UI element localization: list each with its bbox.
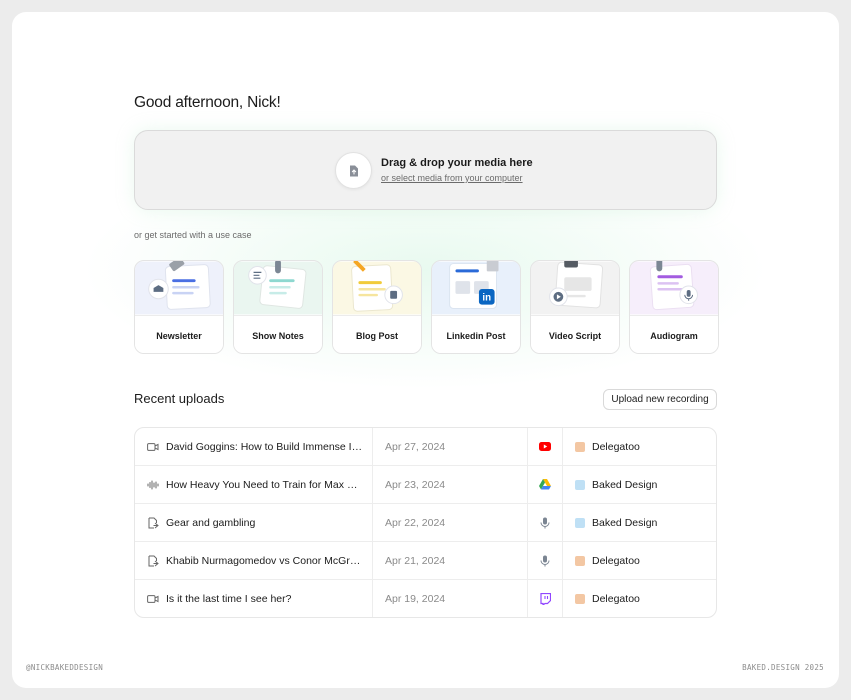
use-case-audiogram[interactable]: Audiogram: [629, 260, 719, 354]
table-row[interactable]: Gear and gambling Apr 22, 2024 Baked Des…: [135, 504, 716, 542]
upload-new-recording-button[interactable]: Upload new recording: [603, 389, 717, 410]
video-script-illustration: [531, 261, 619, 315]
dropzone-title: Drag & drop your media here: [381, 157, 533, 169]
workspace-name: Delegatoo: [592, 554, 640, 567]
upload-title: How Heavy You Need to Train for Max Mus.…: [166, 478, 366, 491]
use-case-label: Video Script: [531, 315, 619, 353]
upload-title-cell: Is it the last time I see her?: [135, 580, 373, 617]
workspace-name: Baked Design: [592, 478, 658, 491]
use-case-label: Linkedin Post: [432, 315, 520, 353]
upload-date: Apr 27, 2024: [373, 428, 528, 465]
workspace-badge: [575, 555, 585, 566]
workspace-cell: Delegatoo: [563, 428, 716, 465]
table-row[interactable]: Is it the last time I see her? Apr 19, 2…: [135, 580, 716, 617]
blog-post-illustration: [333, 261, 421, 315]
use-case-label: Blog Post: [333, 315, 421, 353]
footer-handle: @NICKBAKEDDESIGN: [26, 663, 104, 672]
upload-title: Khabib Nurmagomedov vs Conor McGregor: [166, 554, 366, 567]
upload-date: Apr 19, 2024: [373, 580, 528, 617]
use-case-cards: Newsletter Show Notes Blog Post in Linke…: [134, 260, 719, 354]
workspace-name: Baked Design: [592, 516, 658, 529]
use-case-newsletter[interactable]: Newsletter: [134, 260, 224, 354]
video-icon: [146, 440, 160, 454]
recent-uploads-heading: Recent uploads: [134, 391, 225, 406]
file-upload-icon: [335, 152, 372, 189]
table-row[interactable]: David Goggins: How to Build Immense Inne…: [135, 428, 716, 466]
table-row[interactable]: Khabib Nurmagomedov vs Conor McGregor Ap…: [135, 542, 716, 580]
svg-text:in: in: [482, 293, 491, 304]
video-icon: [146, 592, 160, 606]
microphone-icon: [528, 504, 563, 541]
workspace-name: Delegatoo: [592, 593, 640, 605]
upload-file-icon: [146, 554, 160, 568]
select-media-link[interactable]: or select media from your computer: [381, 173, 523, 183]
use-case-video-script[interactable]: Video Script: [530, 260, 620, 354]
media-dropzone[interactable]: Drag & drop your media here or select me…: [134, 130, 717, 210]
workspace-badge: [575, 517, 585, 528]
use-case-label: Show Notes: [234, 315, 322, 353]
workspace-cell: Delegatoo: [563, 542, 716, 579]
upload-title-cell: Gear and gambling: [135, 504, 373, 541]
upload-title: David Goggins: How to Build Immense Inne…: [166, 440, 366, 453]
upload-title-cell: How Heavy You Need to Train for Max Mus.…: [135, 466, 373, 503]
workspace-cell: Baked Design: [563, 504, 716, 541]
workspace-badge: [575, 441, 585, 452]
use-case-linkedin-post[interactable]: in Linkedin Post: [431, 260, 521, 354]
workspace-badge: [575, 479, 585, 490]
upload-title: Gear and gambling: [166, 516, 256, 529]
linkedin-post-illustration: in: [432, 261, 520, 315]
workspace-name: Delegatoo: [592, 440, 640, 453]
upload-date: Apr 21, 2024: [373, 542, 528, 579]
recent-uploads-table: David Goggins: How to Build Immense Inne…: [134, 427, 717, 618]
upload-title: Is it the last time I see her?: [166, 593, 292, 605]
use-case-caption: or get started with a use case: [134, 230, 252, 240]
table-row[interactable]: How Heavy You Need to Train for Max Mus.…: [135, 466, 716, 504]
audio-wave-icon: [146, 478, 160, 492]
upload-title-cell: David Goggins: How to Build Immense Inne…: [135, 428, 373, 465]
upload-file-icon: [146, 516, 160, 530]
upload-date: Apr 22, 2024: [373, 504, 528, 541]
upload-title-cell: Khabib Nurmagomedov vs Conor McGregor: [135, 542, 373, 579]
workspace-badge: [575, 594, 585, 604]
greeting-heading: Good afternoon, Nick!: [134, 94, 281, 111]
use-case-label: Audiogram: [630, 315, 718, 353]
workspace-cell: Baked Design: [563, 466, 716, 503]
show-notes-illustration: [234, 261, 322, 315]
use-case-blog-post[interactable]: Blog Post: [332, 260, 422, 354]
microphone-icon: [528, 542, 563, 579]
footer-credit: BAKED.DESIGN 2025: [742, 663, 824, 672]
upload-date: Apr 23, 2024: [373, 466, 528, 503]
youtube-icon: [528, 428, 563, 465]
use-case-label: Newsletter: [135, 315, 223, 353]
newsletter-illustration: [135, 261, 223, 315]
use-case-show-notes[interactable]: Show Notes: [233, 260, 323, 354]
google-drive-icon: [528, 466, 563, 503]
audiogram-illustration: [630, 261, 718, 315]
twitch-icon: [528, 580, 563, 617]
workspace-cell: Delegatoo: [563, 580, 716, 617]
